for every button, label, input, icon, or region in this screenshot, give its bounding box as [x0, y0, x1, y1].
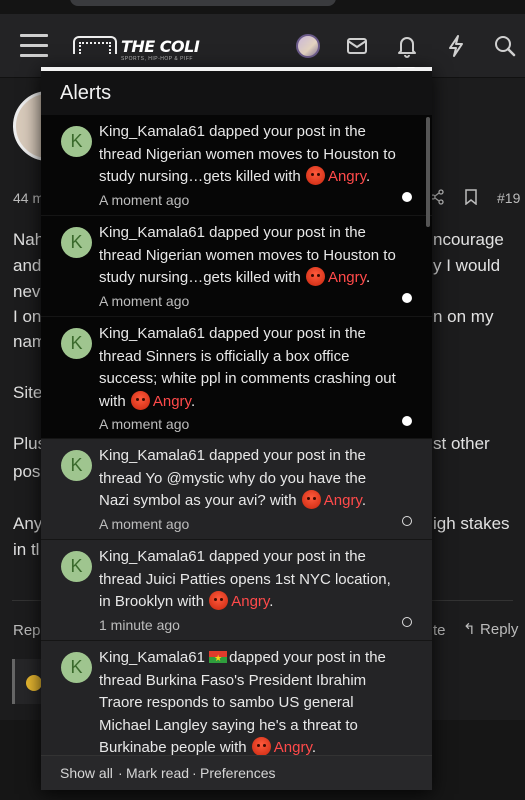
alert-item[interactable]: K King_Kamala61 dapped your post in the … [41, 317, 432, 439]
alert-reaction: Angry [327, 168, 367, 185]
alert-user[interactable]: King_Kamala61 [99, 123, 205, 140]
alert-user[interactable]: King_Kamala61 [99, 224, 205, 241]
logo-name: THE COLI [121, 37, 200, 56]
alert-time: A moment ago [99, 191, 190, 208]
alert-reaction: Angry [152, 392, 191, 410]
post-time: 44 m [13, 190, 45, 206]
burkina-faso-flag-icon [209, 648, 228, 671]
alert-reaction: Angry [273, 739, 312, 755]
envelope-icon[interactable] [341, 30, 373, 62]
alert-avatar[interactable]: K [61, 126, 92, 157]
post-text-fragment: Site [13, 383, 43, 402]
post-text-fragment: y I would [433, 256, 501, 275]
url-pill[interactable] [70, 0, 336, 6]
show-all-link[interactable]: Show all [60, 765, 113, 781]
alert-body[interactable]: King_Kamala61 dapped your post in the th… [99, 445, 399, 535]
alert-body[interactable]: King_Kamala61 dapped your post in the th… [99, 323, 399, 436]
bell-icon[interactable] [391, 30, 423, 62]
alert-avatar[interactable]: K [61, 328, 92, 359]
post-text-fragment: igh stakes [433, 514, 510, 533]
post-text-fragment: I on [13, 307, 42, 326]
alert-avatar[interactable]: K [61, 652, 92, 683]
alerts-popup: Alerts K King_Kamala61 dapped your post … [41, 67, 432, 790]
alert-avatar[interactable]: K [61, 227, 92, 258]
alert-body[interactable]: King_Kamala61 dapped your post in the th… [99, 546, 399, 636]
footer-separator: · [192, 765, 197, 781]
post-text-fragment: n on my [433, 307, 494, 326]
alerts-title: Alerts [60, 82, 112, 104]
post-text-fragment: Any [13, 514, 43, 533]
alert-user[interactable]: King_Kamala61 [99, 548, 205, 565]
mark-read-dot[interactable] [402, 192, 412, 202]
post-number[interactable]: #19 [497, 190, 520, 206]
angry-face-emoji-icon [209, 591, 229, 610]
reaction-emoji-icon [26, 675, 42, 691]
alert-reaction: Angry [323, 492, 362, 509]
reply-label: Reply [480, 621, 519, 638]
reply-arrow-icon: ↰ [463, 620, 476, 638]
angry-face-emoji-icon [251, 737, 271, 755]
alert-body[interactable]: King_Kamala61 dapped your post in the th… [99, 222, 399, 312]
post-text-fragment: Nah [13, 230, 45, 249]
alert-body[interactable]: King_Kamala61 dapped your post in the th… [99, 121, 399, 211]
angry-face-emoji-icon [305, 166, 325, 185]
post-text-fragment: in tl [13, 540, 40, 559]
alert-time: 1 minute ago [99, 616, 180, 633]
mark-read-dot[interactable] [402, 293, 412, 303]
report-link[interactable]: Rep [13, 622, 41, 639]
logo-tagline: SPORTS, HIP-HOP & PIFF [121, 56, 193, 62]
post-text-fragment: st other [433, 434, 490, 453]
alert-time: A moment ago [99, 515, 190, 532]
footer-separator: · [118, 765, 123, 781]
alerts-list[interactable]: K King_Kamala61 dapped your post in the … [41, 115, 432, 755]
mark-unread-dot[interactable] [402, 516, 412, 526]
lightning-icon[interactable] [440, 30, 472, 62]
reply-button[interactable]: ↰ Reply [463, 620, 518, 639]
alert-item[interactable]: K King_Kamala61 dapped your post in the … [41, 216, 432, 317]
post-text-fragment: pos [13, 462, 41, 481]
hamburger-menu-icon[interactable] [20, 34, 48, 57]
popup-caret [397, 67, 415, 68]
alert-user[interactable]: King_Kamala61 [99, 447, 205, 464]
bookmark-icon[interactable] [464, 189, 478, 205]
alert-reaction: Angry [231, 593, 270, 610]
post-text-fragment: nev [13, 282, 41, 301]
mark-read-dot[interactable] [402, 416, 412, 426]
search-icon[interactable] [489, 30, 521, 62]
alert-item[interactable]: K King_Kamala61 dapped your post in the … [41, 540, 432, 641]
alert-body[interactable]: King_Kamala61 dapped your post in the th… [99, 647, 399, 755]
alert-item[interactable]: K King_Kamala61 dapped your post in the … [41, 115, 432, 216]
alerts-tab[interactable] [390, 14, 424, 74]
colosseum-logo-icon [73, 36, 117, 54]
alert-item[interactable]: K King_Kamala61 dapped your post in the … [41, 641, 432, 755]
alert-reaction: Angry [327, 269, 367, 286]
quote-link[interactable]: te [433, 622, 446, 639]
angry-face-emoji-icon [305, 267, 325, 286]
alert-avatar[interactable]: K [61, 551, 92, 582]
alert-time: A moment ago [99, 292, 190, 309]
post-text-fragment: and [13, 256, 42, 275]
alert-user[interactable]: King_Kamala61 [99, 649, 205, 666]
mark-read-link[interactable]: Mark read [126, 765, 189, 781]
angry-face-emoji-icon [301, 490, 321, 509]
preferences-link[interactable]: Preferences [200, 765, 275, 781]
angry-face-emoji-icon [130, 390, 150, 410]
alert-time: A moment ago [99, 416, 190, 432]
alert-user[interactable]: King_Kamala61 [99, 325, 205, 342]
alerts-scrollbar[interactable] [426, 117, 430, 227]
alert-avatar[interactable]: K [61, 450, 92, 481]
browser-top-strip [0, 0, 525, 14]
user-avatar[interactable] [296, 34, 320, 58]
mark-unread-dot[interactable] [402, 617, 412, 627]
post-text-fragment: ncourage [433, 230, 504, 249]
alerts-footer: Show all · Mark read · Preferences [41, 755, 432, 790]
site-logo[interactable]: THE COLI SPORTS, HIP-HOP & PIFF [73, 36, 203, 66]
alert-item[interactable]: K King_Kamala61 dapped your post in the … [41, 439, 432, 540]
